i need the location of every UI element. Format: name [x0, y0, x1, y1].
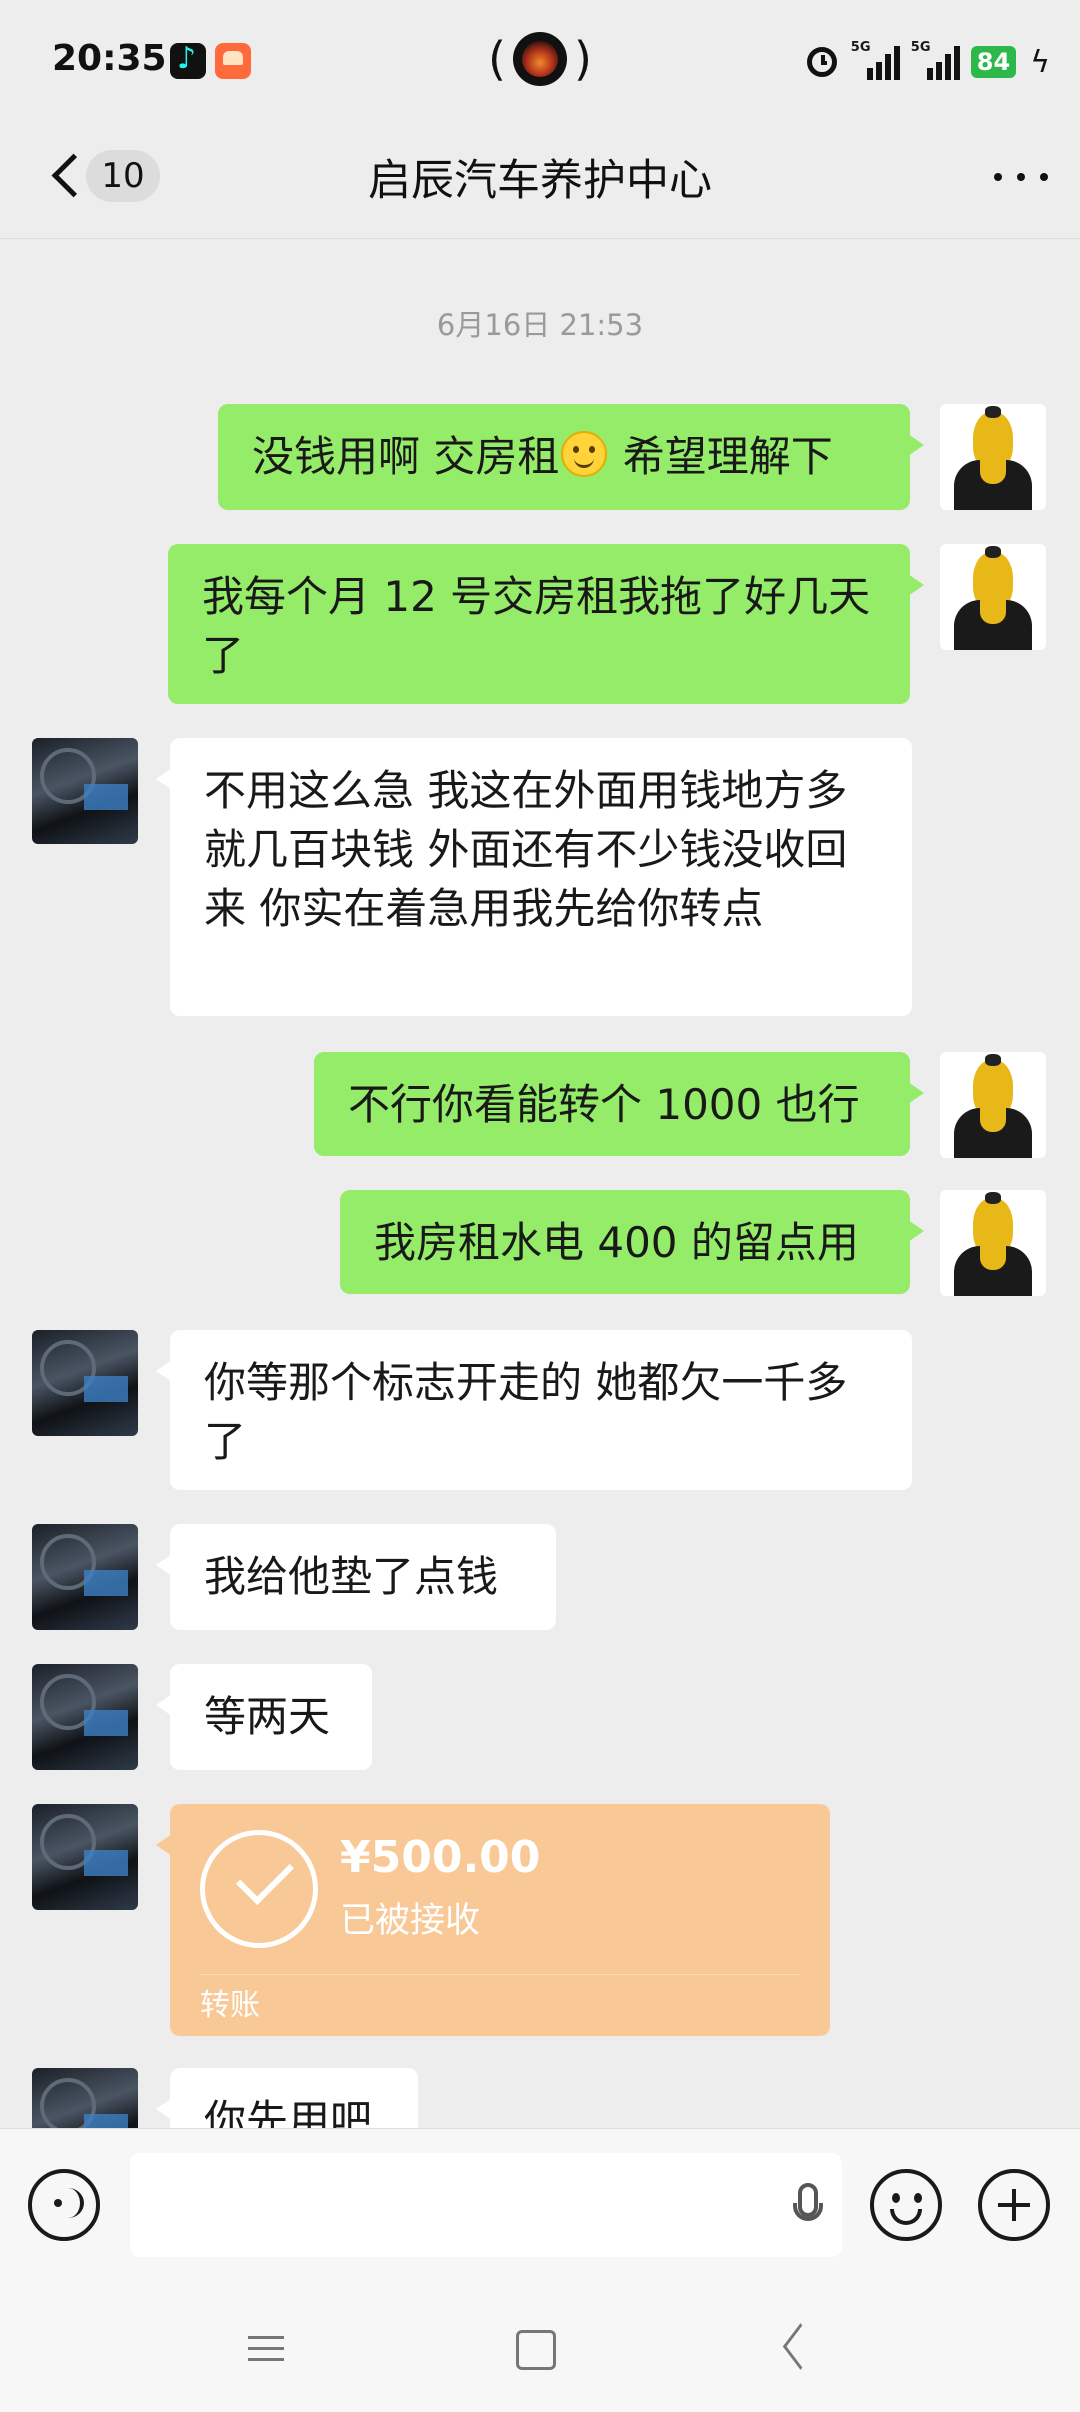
alarm-icon [806, 47, 837, 77]
message-bubble-received[interactable]: 不用这么急 我这在外面用钱地方多 就几百块钱 外面还有不少钱没收回来 你实在着急… [156, 738, 912, 1016]
microphone-icon[interactable] [793, 2183, 823, 2221]
my-avatar[interactable] [940, 404, 1046, 510]
transfer-status: 已被接收 [340, 1901, 481, 1941]
voice-icon[interactable] [28, 2169, 100, 2241]
contact-avatar[interactable] [32, 1664, 138, 1770]
signal-icon: 5G [851, 40, 900, 82]
check-circle-icon [200, 1830, 318, 1948]
emoji-icon[interactable] [870, 2169, 942, 2241]
message-bubble-received[interactable]: 等两天 [156, 1664, 372, 1770]
message-bubble-received[interactable]: 你先用吧 [156, 2068, 418, 2128]
smile-emoji-icon [561, 431, 608, 477]
input-bar [0, 2128, 1080, 2281]
message-input[interactable] [130, 2153, 842, 2257]
signal-icon: 5G [911, 40, 960, 82]
tiktok-icon [170, 41, 206, 79]
app-icon [215, 43, 251, 79]
chat-history[interactable]: 6月16日 21:53 没钱用啊 交房租 希望理解下 我每个月 12 号交房租我… [0, 238, 1080, 2128]
message-bubble-sent[interactable]: 没钱用啊 交房租 希望理解下 [218, 404, 924, 510]
contact-avatar[interactable] [32, 1330, 138, 1436]
contact-avatar[interactable] [32, 738, 138, 844]
plus-icon[interactable] [978, 2169, 1050, 2241]
status-time: 20:35 [52, 38, 167, 79]
my-avatar[interactable] [940, 1190, 1046, 1296]
system-back-icon[interactable] [774, 2324, 822, 2372]
message-timestamp: 6月16日 21:53 [436, 308, 644, 342]
message-bubble-sent[interactable]: 不行你看能转个 1000 也行 [314, 1052, 924, 1156]
camera-cutout: ( ) [488, 32, 592, 86]
message-bubble-sent[interactable]: 我每个月 12 号交房租我拖了好几天了 [168, 544, 924, 704]
transfer-amount: ¥500.00 [340, 1832, 541, 1883]
chat-title: 启辰汽车养护中心 [368, 156, 712, 206]
message-bubble-received[interactable]: 你等那个标志开走的 她都欠一千多了 [156, 1330, 912, 1490]
contact-avatar[interactable] [32, 1524, 138, 1630]
contact-avatar[interactable] [32, 1804, 138, 1910]
home-icon[interactable] [510, 2324, 558, 2372]
transfer-label: 转账 [200, 1988, 260, 2023]
more-icon[interactable] [986, 146, 1056, 206]
my-avatar[interactable] [940, 544, 1046, 650]
message-bubble-received[interactable]: 我给他垫了点钱 [156, 1524, 556, 1630]
transfer-card[interactable]: ¥500.00 已被接收 转账 [156, 1804, 830, 2036]
message-bubble-sent[interactable]: 我房租水电 400 的留点用 [340, 1190, 924, 1294]
chat-header: 10 启辰汽车养护中心 [0, 120, 1080, 239]
system-navigation-bar [0, 2280, 1080, 2412]
charging-icon: ϟ [1030, 44, 1050, 80]
status-bar: 20:35 ( ) 5G 5G 84 ϟ [0, 0, 1080, 120]
my-avatar[interactable] [940, 1052, 1046, 1158]
contact-avatar[interactable] [32, 2068, 138, 2128]
recent-apps-icon[interactable] [242, 2324, 290, 2372]
battery-icon: 84 [970, 46, 1017, 78]
